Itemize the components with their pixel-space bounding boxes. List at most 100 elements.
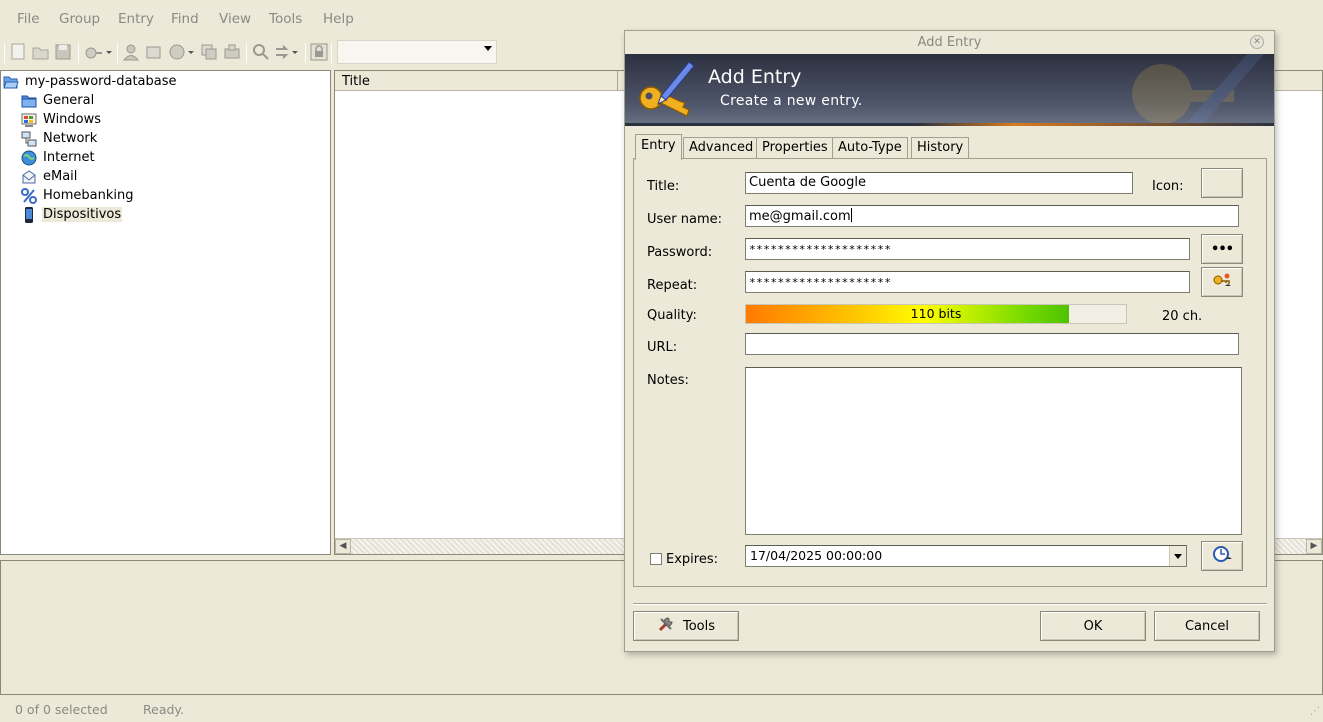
icon-label: Icon: [1152, 179, 1184, 194]
username-field[interactable]: me@gmail.com [745, 205, 1239, 227]
expires-checkbox[interactable] [650, 553, 662, 565]
tree-item-internet[interactable]: Internet [21, 148, 96, 167]
folder-icon [21, 93, 37, 109]
scroll-right-icon[interactable]: ▶ [1306, 539, 1322, 554]
menu-entry[interactable]: Entry [118, 11, 154, 27]
password-generator-button[interactable] [1201, 267, 1243, 297]
repeat-label: Repeat: [647, 278, 698, 293]
key-generator-icon [1212, 272, 1232, 292]
network-icon [21, 131, 37, 147]
password-label: Password: [647, 245, 713, 260]
url-field[interactable] [745, 333, 1239, 355]
show-password-button[interactable]: ••• [1201, 234, 1243, 264]
toolbar-separator [4, 43, 5, 63]
tree-item-homebanking[interactable]: Homebanking [21, 186, 134, 205]
menu-find[interactable]: Find [171, 11, 199, 27]
menu-file[interactable]: File [17, 11, 40, 27]
clock-icon [1212, 545, 1232, 567]
tree-root[interactable]: my-password-database [3, 72, 178, 91]
tools-button-label: Tools [682, 618, 716, 634]
new-database-icon[interactable] [10, 43, 28, 61]
key-pen-watermark-icon [1114, 54, 1264, 126]
text-cursor [850, 208, 852, 222]
password-field[interactable]: ******************** [745, 238, 1190, 260]
chevron-down-icon[interactable] [1169, 546, 1186, 566]
dialog-banner: Add Entry Create a new entry. [625, 54, 1274, 126]
menu-help[interactable]: Help [323, 11, 354, 27]
open-url-icon[interactable] [168, 43, 196, 61]
tree-item-dispositivos[interactable]: Dispositivos [21, 205, 123, 224]
copy-entry-icon[interactable] [200, 43, 218, 61]
tools-button[interactable]: Tools [633, 611, 739, 641]
tree-item-label: General [43, 93, 95, 108]
tree-root-label: my-password-database [25, 74, 177, 89]
tree-item-label: Internet [43, 150, 95, 165]
cancel-button[interactable]: Cancel [1154, 611, 1260, 641]
tree-item-network[interactable]: Network [21, 129, 98, 148]
expires-label: Expires: [666, 552, 718, 567]
expiry-presets-button[interactable] [1201, 541, 1243, 571]
tree-item-general[interactable]: General [21, 91, 95, 110]
scroll-left-icon[interactable]: ◀ [335, 539, 351, 554]
menu-tools[interactable]: Tools [269, 11, 302, 27]
expiry-date-value: 17/04/2025 00:00:00 [750, 548, 883, 563]
notes-label: Notes: [647, 373, 689, 388]
quality-bits-text: 110 bits [910, 306, 962, 321]
tools-icon [657, 615, 675, 637]
title-field[interactable]: Cuenta de Google [745, 172, 1133, 194]
tree-item-label: Homebanking [43, 188, 134, 203]
email-icon [21, 169, 37, 185]
tab-entry[interactable]: Entry [635, 134, 682, 160]
add-entry-icon[interactable] [84, 43, 112, 61]
banner-accent-line [625, 123, 1274, 126]
add-entry-dialog: Add Entry ✕ Add Entry Create a new entry… [624, 30, 1275, 652]
toolbar-separator [78, 43, 79, 63]
tab-history[interactable]: History [911, 137, 970, 159]
status-bar: 0 of 0 selected Ready. ⋰ [0, 700, 1323, 722]
save-icon[interactable] [55, 43, 73, 61]
quick-search-combo[interactable] [337, 40, 497, 64]
percent-icon [21, 187, 37, 204]
status-text: Ready. [143, 702, 184, 717]
icon-picker-button[interactable] [1201, 168, 1243, 198]
username-label: User name: [647, 212, 723, 227]
resize-grip-icon[interactable]: ⋰ [1310, 706, 1320, 717]
lock-icon[interactable] [310, 43, 328, 61]
autotype-icon[interactable] [223, 43, 241, 61]
banner-title: Add Entry [708, 66, 802, 88]
tree-item-email[interactable]: eMail [21, 167, 78, 186]
tab-properties[interactable]: Properties [756, 137, 834, 159]
dialog-separator [633, 603, 1267, 605]
tree-item-label: Windows [43, 112, 102, 127]
password-length-text: 20 ch. [1162, 309, 1203, 324]
ok-button[interactable]: OK [1040, 611, 1146, 641]
chevron-down-icon[interactable] [484, 46, 492, 51]
tree-item-windows[interactable]: Windows [21, 110, 102, 129]
column-header-title[interactable]: Title [335, 71, 618, 91]
menu-view[interactable]: View [219, 11, 251, 27]
dialog-titlebar[interactable]: Add Entry ✕ [625, 31, 1274, 54]
url-label: URL: [647, 340, 678, 355]
banner-subtitle: Create a new entry. [720, 93, 863, 109]
expiry-date-field[interactable]: 17/04/2025 00:00:00 [745, 545, 1187, 567]
tab-advanced[interactable]: Advanced [683, 137, 760, 159]
show-entries-icon[interactable] [274, 43, 302, 61]
tree-item-label: Dispositivos [42, 207, 123, 222]
repeat-password-field[interactable]: ******************** [745, 271, 1190, 293]
toolbar-separator [331, 43, 332, 63]
copy-username-icon[interactable] [122, 43, 140, 61]
tab-auto-type[interactable]: Auto-Type [832, 137, 908, 159]
notes-textarea[interactable] [745, 367, 1242, 535]
close-icon[interactable]: ✕ [1250, 35, 1264, 49]
menu-group[interactable]: Group [59, 11, 100, 27]
key-pen-icon [637, 60, 695, 124]
tree-item-label: Network [43, 131, 98, 146]
entry-tab-panel: Title: Cuenta de Google Icon: User name:… [633, 158, 1267, 587]
title-label: Title: [647, 179, 680, 194]
group-tree[interactable]: my-password-database General Windows Net… [0, 70, 331, 555]
find-icon[interactable] [252, 43, 270, 61]
toolbar-separator [305, 43, 306, 63]
copy-password-icon[interactable] [145, 43, 163, 61]
password-quality-bar: 110 bits [745, 304, 1127, 324]
open-database-icon[interactable] [32, 43, 50, 61]
